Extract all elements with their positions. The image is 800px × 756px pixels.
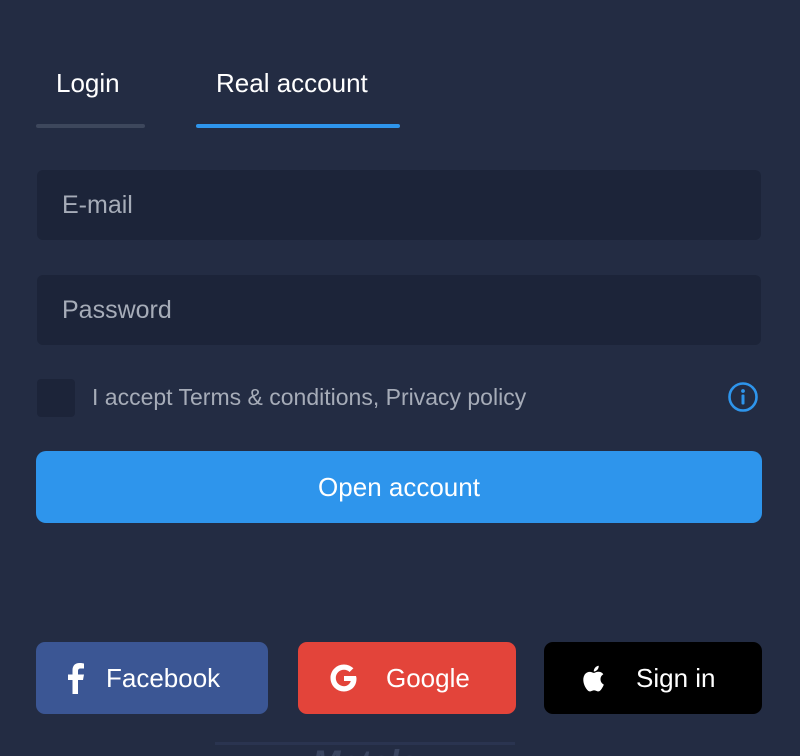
- apple-label: Sign in: [636, 663, 716, 693]
- apple-icon: [583, 665, 604, 692]
- bottom-peek-text: Metals: [312, 745, 418, 756]
- signup-panel: Login Real account I accept Terms & cond…: [0, 0, 800, 756]
- tab-login-underline: [36, 124, 145, 128]
- tab-login-label: Login: [56, 68, 120, 98]
- bottom-peek-banner: Metals: [215, 742, 515, 756]
- facebook-signin-button[interactable]: Facebook: [36, 642, 268, 714]
- terms-checkbox[interactable]: [37, 379, 75, 417]
- info-icon[interactable]: [727, 381, 759, 413]
- google-label: Google: [386, 663, 470, 693]
- open-account-button[interactable]: Open account: [36, 451, 762, 523]
- email-field[interactable]: [37, 170, 761, 240]
- tab-real-account-label: Real account: [216, 68, 368, 98]
- password-field[interactable]: [37, 275, 761, 345]
- password-input[interactable]: [37, 275, 761, 345]
- google-icon: [330, 664, 357, 692]
- facebook-label: Facebook: [106, 663, 221, 693]
- tab-real-account[interactable]: Real account: [196, 68, 400, 128]
- facebook-icon: [68, 663, 84, 694]
- tab-login[interactable]: Login: [36, 68, 145, 128]
- google-signin-button[interactable]: Google: [298, 642, 516, 714]
- apple-signin-button[interactable]: Sign in: [544, 642, 762, 714]
- tab-real-account-underline: [196, 124, 400, 128]
- terms-label[interactable]: I accept Terms & conditions, Privacy pol…: [92, 382, 526, 412]
- email-input[interactable]: [37, 170, 761, 240]
